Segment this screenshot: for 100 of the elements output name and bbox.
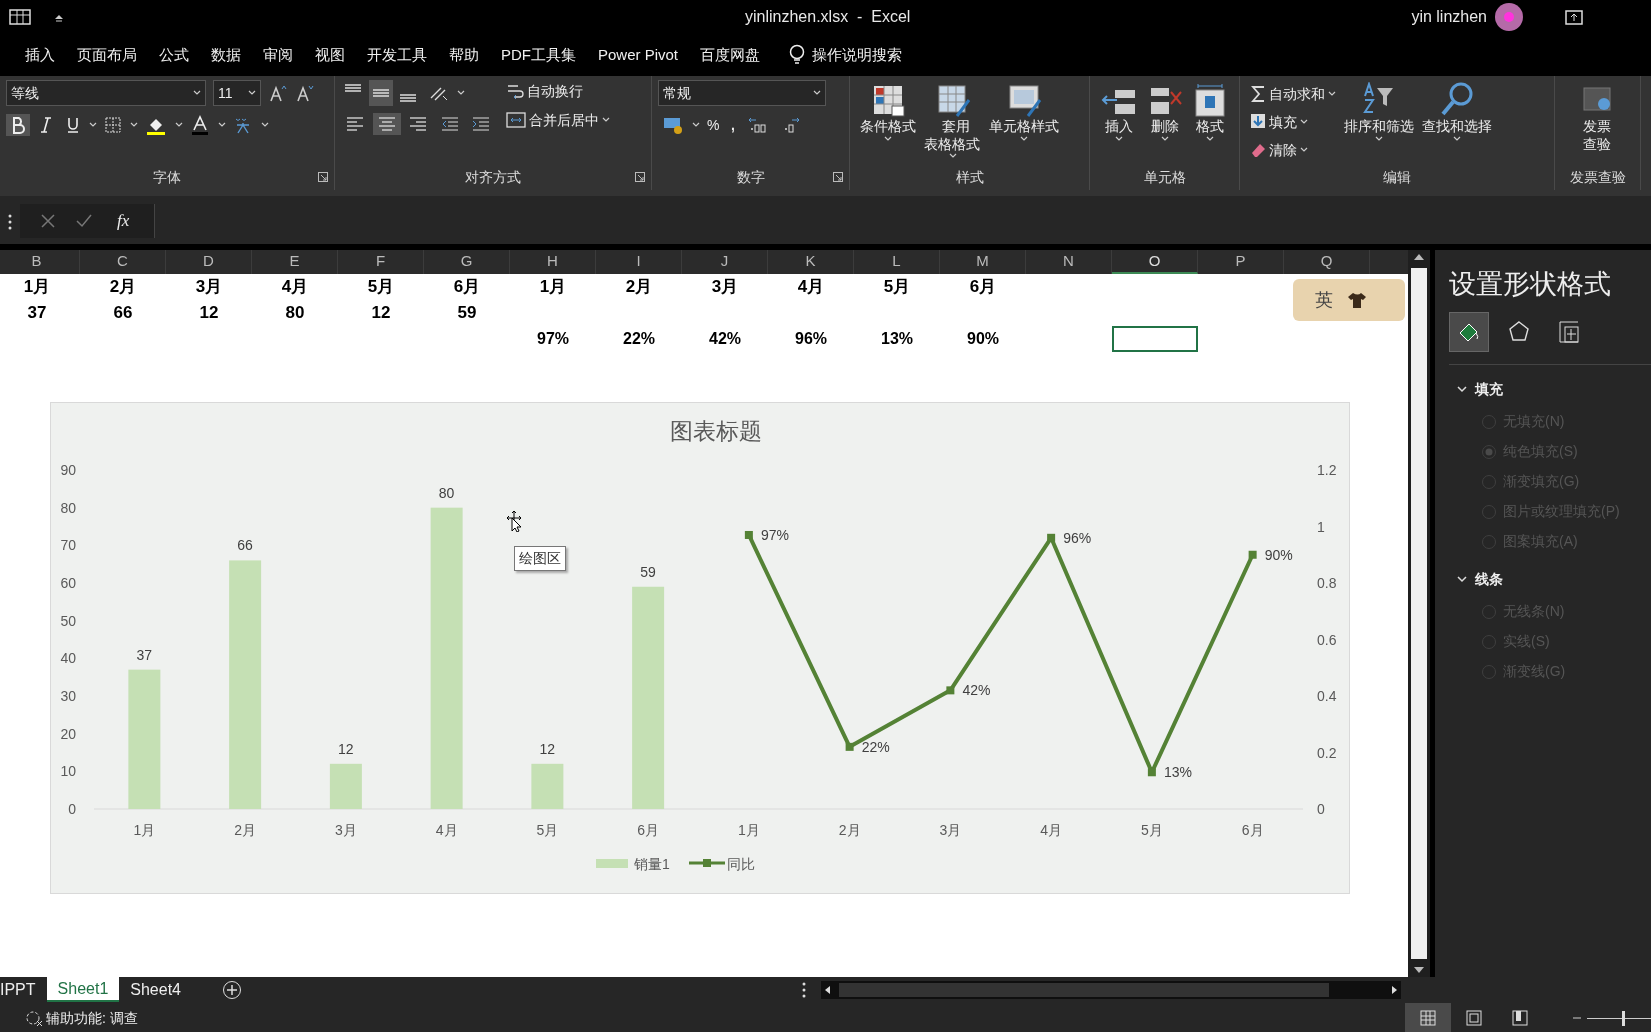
caret-icon — [260, 122, 269, 128]
ime-indicator[interactable]: 英 — [1293, 279, 1405, 321]
ribbon-display-icon[interactable] — [1564, 8, 1584, 26]
horizontal-align-button[interactable] — [372, 113, 401, 135]
grid-cell-text: 37 — [26, 302, 48, 324]
legend-bar-icon — [596, 859, 628, 868]
zoom-slider-thumb[interactable] — [1622, 1010, 1626, 1026]
grid-cell-text: 90% — [966, 329, 1000, 349]
comma-button[interactable]: , — [726, 114, 739, 136]
enter-icon[interactable] — [76, 214, 92, 228]
ribbon-tab[interactable]: 百度网盘 — [689, 43, 772, 67]
chart-title[interactable]: 图表标题 — [670, 418, 762, 444]
legend-label: 销量1 — [634, 856, 670, 872]
move-cursor-icon — [506, 510, 522, 532]
ribbon-button[interactable]: 插入 — [1096, 80, 1142, 144]
more-icon[interactable] — [7, 214, 13, 230]
font-name-field[interactable]: 等线 — [6, 80, 206, 106]
caret-icon — [884, 135, 892, 142]
grid-cell-text: 5月 — [366, 276, 396, 298]
font-size-field[interactable]: 11 — [213, 80, 261, 106]
data-label: 80 — [438, 484, 455, 501]
table-icon[interactable] — [7, 7, 33, 27]
section-header[interactable]: 填充 — [1449, 378, 1651, 400]
ribbon-button[interactable]: 排序和筛选 — [1340, 80, 1418, 164]
axis-tick-label: 0 — [68, 801, 76, 817]
axis-tick-label: 50 — [60, 612, 76, 629]
chevron-icon — [1457, 385, 1467, 393]
axis-tick-label: 5月 — [1141, 822, 1163, 838]
dialog-launcher-icon[interactable] — [833, 172, 843, 182]
caret-icon — [1300, 119, 1308, 125]
ribbon-tab[interactable]: 插入 — [14, 43, 66, 67]
data-label: 12 — [539, 740, 556, 757]
dialog-launcher-icon[interactable] — [318, 172, 328, 182]
caret-icon — [88, 122, 97, 128]
tell-me-search[interactable]: 操作说明搜索 — [778, 43, 914, 67]
ribbon-button[interactable]: 套用表格格式 — [920, 80, 986, 161]
ribbon-tab[interactable]: 页面布局 — [66, 43, 148, 67]
increase-font-icon[interactable] — [268, 83, 288, 103]
ribbon-button[interactable]: 查找和选择 — [1418, 80, 1496, 164]
insert-function-button[interactable]: fx — [113, 208, 134, 234]
bold-button[interactable] — [6, 114, 30, 136]
ribbon-tab[interactable]: 公式 — [148, 43, 200, 67]
invoice-check-button[interactable]: 发票查验 — [1575, 80, 1620, 155]
user-name: yin linzhen — [1411, 7, 1487, 27]
grid-cell-text: 80 — [284, 302, 306, 324]
customize-icon[interactable] — [54, 13, 64, 22]
ribbon-tab[interactable]: Power Pivot — [587, 43, 690, 67]
wrap-text-button[interactable]: 自动换行 — [502, 80, 614, 102]
ribbon-tab[interactable]: 审阅 — [252, 43, 304, 67]
sheet-tab[interactable]: Sheet4 — [119, 977, 192, 1002]
number-format-field[interactable]: 常规 — [658, 80, 826, 106]
ribbon-button[interactable]: 填充 — [1246, 108, 1340, 136]
accessibility-status[interactable]: 辅助功能: 调查 — [21, 1007, 142, 1029]
data-label: 13% — [1163, 764, 1192, 781]
dialog-launcher-icon[interactable] — [635, 172, 645, 182]
eraser-icon — [1250, 141, 1266, 159]
horizontal-scrollbar[interactable] — [821, 980, 1401, 999]
grid-cell-text: 59 — [456, 302, 478, 324]
scroll-thumb[interactable] — [839, 982, 1329, 997]
caret-icon — [1328, 91, 1336, 97]
section-header[interactable]: 线条 — [1449, 568, 1651, 590]
ribbon-tab[interactable]: PDF工具集 — [490, 43, 587, 67]
grid-cell-text: 22% — [622, 329, 656, 349]
axis-tick-label: 70 — [60, 537, 76, 554]
axis-tick-label: 0.4 — [1317, 688, 1337, 704]
cancel-icon[interactable] — [41, 214, 55, 228]
ribbon-button[interactable]: 删除 — [1141, 80, 1188, 144]
add-sheet-icon[interactable] — [222, 979, 242, 1000]
sheet-tab[interactable]: IPPT — [0, 977, 47, 1002]
caret-icon — [1453, 135, 1461, 142]
ribbon-button[interactable]: 单元格样式 — [985, 80, 1064, 161]
active-cell[interactable] — [1112, 326, 1198, 352]
scroll-thumb[interactable] — [1411, 268, 1427, 959]
axis-tick-label: 6月 — [637, 822, 659, 838]
grid-cell-text: 42% — [708, 329, 742, 349]
ribbon-tab[interactable]: 开发工具 — [356, 43, 438, 67]
ribbon-button[interactable]: 格式 — [1187, 80, 1233, 144]
grid-cell-text: 13% — [880, 329, 914, 349]
sheet-tab[interactable]: Sheet1 — [46, 977, 120, 1002]
axis-tick-label: 2月 — [838, 822, 861, 838]
merge-center-button[interactable]: 合并后居中 — [502, 109, 614, 131]
axis-tick-label: 1月 — [738, 822, 760, 838]
axis-tick-label: 1 — [1317, 518, 1325, 535]
axis-tick-label: 40 — [60, 650, 76, 667]
pane-tab[interactable] — [1449, 311, 1489, 352]
size-properties-icon — [1556, 318, 1582, 345]
vertical-scrollbar[interactable] — [1408, 250, 1430, 977]
more-icon[interactable] — [801, 981, 807, 998]
ribbon-tab[interactable]: 帮助 — [438, 43, 490, 67]
percent-button[interactable]: % — [703, 114, 724, 136]
ribbon-button[interactable]: 自动求和 — [1246, 80, 1340, 108]
ribbon-button[interactable]: 条件格式 — [856, 80, 920, 161]
ribbon-button[interactable]: 清除 — [1246, 136, 1340, 164]
ribbon-tab[interactable]: 数据 — [200, 43, 252, 67]
ribbon-tab[interactable]: 视图 — [304, 43, 356, 67]
axis-tick-label: 4月 — [435, 822, 458, 838]
vertical-align-button[interactable] — [368, 80, 393, 106]
axis-tick-label: 3月 — [335, 822, 357, 838]
decrease-font-icon[interactable] — [295, 83, 315, 103]
chart-area[interactable]: 图表标题 1月 2月 3月 4月 5月 6月 1月 2月 3月 4月 5月 6月 0 10 20 30 40 50 60 70 80 90 37 66 12 80 12 59 销量1 0 0.2 0.4 0.6 0.8 1 1.2 97% 22% 42% 96% 13% 90% 同比 绘图区 — [50, 402, 1350, 894]
